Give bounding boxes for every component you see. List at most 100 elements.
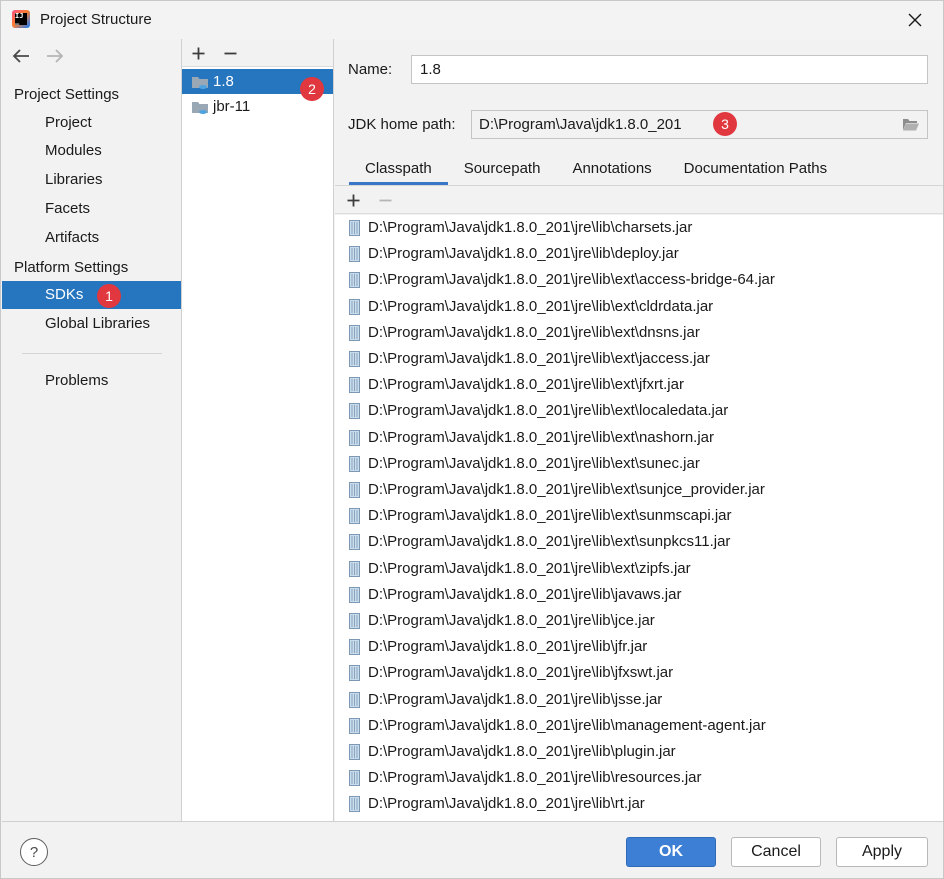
nav-arrows <box>11 46 65 66</box>
project-structure-dialog: IJ — Project Structure Project Settings P… <box>0 0 944 879</box>
minus-icon <box>379 199 391 201</box>
classpath-row[interactable]: D:\Program\Java\jdk1.8.0_201\jre\lib\ext… <box>335 398 943 424</box>
title-bar: IJ — Project Structure <box>1 1 943 39</box>
classpath-row[interactable]: D:\Program\Java\jdk1.8.0_201\jre\lib\jav… <box>335 582 943 608</box>
step-badge-3: 3 <box>713 112 737 136</box>
classpath-row[interactable]: D:\Program\Java\jdk1.8.0_201\jre\lib\jfr… <box>335 634 943 660</box>
add-sdk-button[interactable] <box>188 43 208 63</box>
back-button[interactable] <box>11 46 31 66</box>
jar-file-icon <box>349 246 360 263</box>
classpath-entry: D:\Program\Java\jdk1.8.0_201\jre\lib\jfr… <box>368 638 648 656</box>
tab-documentation-paths[interactable]: Documentation Paths <box>668 156 843 186</box>
classpath-row[interactable]: D:\Program\Java\jdk1.8.0_201\jre\lib\ext… <box>335 503 943 529</box>
close-button[interactable] <box>901 7 929 33</box>
jar-file-icon <box>349 613 360 629</box>
arrow-right-icon <box>47 49 64 63</box>
jar-file-icon <box>349 508 360 525</box>
tab-classpath[interactable]: Classpath <box>349 156 448 186</box>
jar-file-icon <box>349 586 360 603</box>
jar-file-icon <box>349 796 360 813</box>
remove-classpath-button[interactable] <box>375 190 395 210</box>
classpath-entry: D:\Program\Java\jdk1.8.0_201\jre\lib\ext… <box>368 428 715 446</box>
close-icon <box>908 13 922 27</box>
classpath-row[interactable]: D:\Program\Java\jdk1.8.0_201\jre\lib\ext… <box>335 372 943 398</box>
classpath-row[interactable]: D:\Program\Java\jdk1.8.0_201\jre\lib\ext… <box>335 294 943 320</box>
classpath-entry: D:\Program\Java\jdk1.8.0_201\jre\lib\ext… <box>368 402 729 420</box>
classpath-row[interactable]: D:\Program\Java\jdk1.8.0_201\jre\lib\ext… <box>335 320 943 346</box>
nav-item-libraries[interactable]: Libraries <box>2 166 181 194</box>
classpath-entry: D:\Program\Java\jdk1.8.0_201\jre\lib\ext… <box>368 297 714 315</box>
classpath-row[interactable]: D:\Program\Java\jdk1.8.0_201\jre\lib\ext… <box>335 556 943 582</box>
classpath-entry: D:\Program\Java\jdk1.8.0_201\jre\lib\ext… <box>368 454 700 472</box>
tab-sourcepath[interactable]: Sourcepath <box>448 156 557 186</box>
name-label: Name: <box>348 61 393 78</box>
project-settings-header: Project Settings <box>14 86 120 103</box>
classpath-row[interactable]: D:\Program\Java\jdk1.8.0_201\jre\lib\ext… <box>335 267 943 293</box>
classpath-entry: D:\Program\Java\jdk1.8.0_201\jre\lib\dep… <box>368 245 679 263</box>
classpath-entry: D:\Program\Java\jdk1.8.0_201\jre\lib\ext… <box>368 376 684 394</box>
classpath-list[interactable]: D:\Program\Java\jdk1.8.0_201\jre\lib\cha… <box>335 215 943 821</box>
sdk-item-label: 1.8 <box>213 73 234 90</box>
classpath-entry: D:\Program\Java\jdk1.8.0_201\jre\lib\ext… <box>368 323 700 341</box>
nav-item-problems[interactable]: Problems <box>2 367 181 395</box>
jar-file-icon <box>349 324 360 341</box>
classpath-row[interactable]: D:\Program\Java\jdk1.8.0_201\jre\lib\ext… <box>335 425 943 451</box>
folder-open-icon[interactable] <box>902 117 920 132</box>
classpath-toolbar <box>335 186 943 214</box>
name-field[interactable]: 1.8 <box>411 55 928 84</box>
classpath-row[interactable]: D:\Program\Java\jdk1.8.0_201\jre\lib\rt.… <box>335 791 943 817</box>
sdk-detail-panel: Name: 1.8 JDK home path: D:\Program\Java… <box>335 39 943 821</box>
jar-file-icon <box>349 351 360 367</box>
plus-icon <box>192 47 204 59</box>
cancel-button[interactable]: Cancel <box>731 837 821 867</box>
sdk-item-jbr-11[interactable]: jbr-11 <box>182 94 333 119</box>
classpath-row[interactable]: D:\Program\Java\jdk1.8.0_201\jre\lib\ext… <box>335 346 943 372</box>
classpath-row[interactable]: D:\Program\Java\jdk1.8.0_201\jre\lib\cha… <box>335 215 943 241</box>
classpath-entry: D:\Program\Java\jdk1.8.0_201\jre\lib\rt.… <box>368 795 645 813</box>
classpath-row[interactable]: D:\Program\Java\jdk1.8.0_201\jre\lib\jce… <box>335 608 943 634</box>
nav-item-modules[interactable]: Modules <box>2 137 181 165</box>
classpath-row[interactable]: D:\Program\Java\jdk1.8.0_201\jre\lib\plu… <box>335 739 943 765</box>
dialog-footer: ? OK Cancel Apply <box>2 821 943 878</box>
jdk-home-path-field[interactable]: D:\Program\Java\jdk1.8.0_201 <box>471 110 928 139</box>
classpath-entry: D:\Program\Java\jdk1.8.0_201\jre\lib\res… <box>368 769 702 787</box>
nav-item-artifacts[interactable]: Artifacts <box>2 224 181 252</box>
forward-button[interactable] <box>45 46 65 66</box>
remove-sdk-button[interactable] <box>220 43 240 63</box>
jar-file-icon <box>349 403 360 420</box>
classpath-entry: D:\Program\Java\jdk1.8.0_201\jre\lib\plu… <box>368 743 676 760</box>
classpath-entry: D:\Program\Java\jdk1.8.0_201\jre\lib\ext… <box>368 559 691 577</box>
sdk-list-panel: 1.8 2 jbr-11 <box>182 39 334 821</box>
classpath-entry: D:\Program\Java\jdk1.8.0_201\jre\lib\jfx… <box>368 664 674 682</box>
classpath-row[interactable]: D:\Program\Java\jdk1.8.0_201\jre\lib\dep… <box>335 241 943 267</box>
step-badge-1: 1 <box>97 284 121 308</box>
ok-button[interactable]: OK <box>626 837 716 867</box>
nav-item-facets[interactable]: Facets <box>2 195 181 223</box>
jar-file-icon <box>349 665 360 682</box>
classpath-row[interactable]: D:\Program\Java\jdk1.8.0_201\jre\lib\ext… <box>335 529 943 555</box>
classpath-row[interactable]: D:\Program\Java\jdk1.8.0_201\jre\lib\jfx… <box>335 660 943 686</box>
add-classpath-button[interactable] <box>343 190 363 210</box>
jar-file-icon <box>349 717 360 734</box>
nav-item-project[interactable]: Project <box>2 109 181 137</box>
apply-button[interactable]: Apply <box>836 837 928 867</box>
classpath-entry: D:\Program\Java\jdk1.8.0_201\jre\lib\ext… <box>368 533 731 551</box>
classpath-entry: D:\Program\Java\jdk1.8.0_201\jre\lib\man… <box>368 716 766 734</box>
jar-file-icon <box>349 691 360 708</box>
classpath-row[interactable]: D:\Program\Java\jdk1.8.0_201\jre\lib\jss… <box>335 687 943 713</box>
tab-annotations[interactable]: Annotations <box>556 156 667 186</box>
classpath-row[interactable]: D:\Program\Java\jdk1.8.0_201\jre\lib\ext… <box>335 477 943 503</box>
jdk-home-path-value: D:\Program\Java\jdk1.8.0_201 <box>479 116 682 133</box>
classpath-entry: D:\Program\Java\jdk1.8.0_201\jre\lib\ext… <box>368 507 732 525</box>
classpath-row[interactable]: D:\Program\Java\jdk1.8.0_201\jre\lib\ext… <box>335 451 943 477</box>
help-button[interactable]: ? <box>20 838 48 866</box>
nav-item-sdks[interactable]: SDKs <box>2 281 181 309</box>
classpath-entry: D:\Program\Java\jdk1.8.0_201\jre\lib\jav… <box>368 585 682 603</box>
classpath-row[interactable]: D:\Program\Java\jdk1.8.0_201\jre\lib\res… <box>335 765 943 791</box>
classpath-row[interactable]: D:\Program\Java\jdk1.8.0_201\jre\lib\man… <box>335 713 943 739</box>
arrow-left-icon <box>12 49 29 63</box>
nav-item-global-libraries[interactable]: Global Libraries <box>2 310 181 338</box>
jar-file-icon <box>349 298 360 315</box>
sdk-item-label: jbr-11 <box>213 98 251 115</box>
jar-file-icon <box>349 560 360 577</box>
